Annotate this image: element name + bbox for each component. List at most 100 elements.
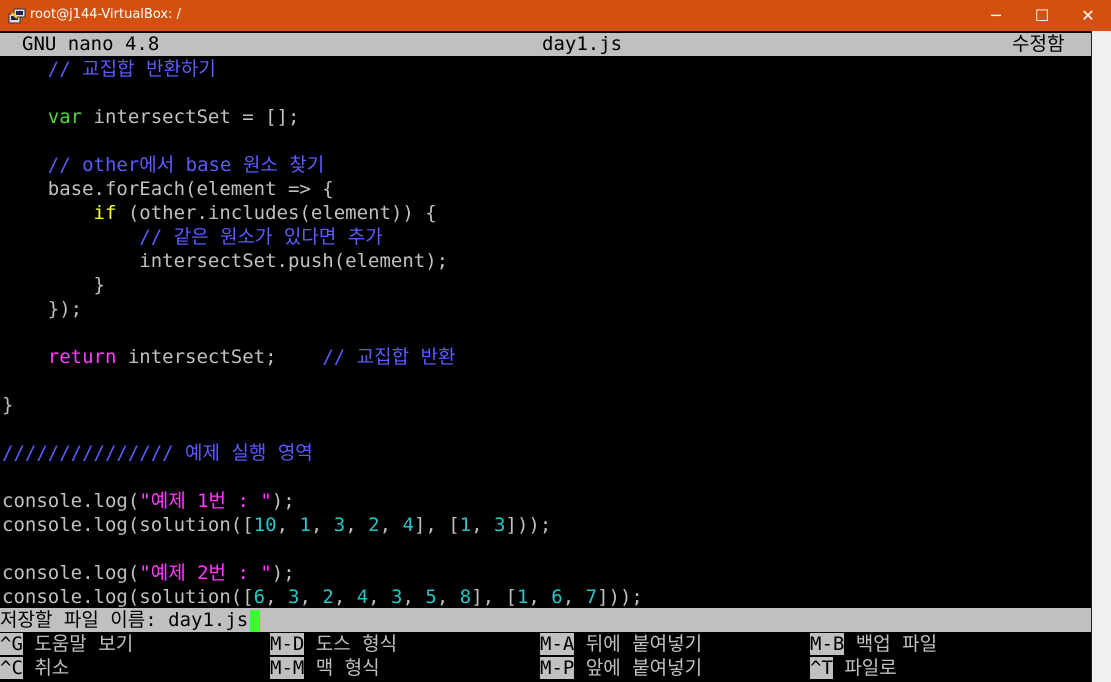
code-token: 2 [368, 514, 380, 536]
code-token: 1 [459, 514, 472, 536]
code-token: , [265, 586, 289, 608]
code-token: intersectSet; [116, 346, 323, 368]
code-line: console.log(solution([10, 1, 3, 2, 4], [… [2, 513, 1091, 537]
code-token: return [47, 346, 117, 368]
close-button[interactable]: ✕ [1065, 0, 1111, 31]
code-token: // other에서 base 원소 찾기 [47, 154, 325, 176]
code-token: ); [271, 562, 295, 584]
code-token: 3 [333, 514, 346, 536]
code-token: , [379, 514, 403, 536]
shortcut-item: ^T 파일로 [810, 656, 897, 680]
save-filename-prompt[interactable]: 저장할 파일 이름: day1.js [0, 608, 1091, 632]
code-line: console.log(solution([6, 3, 2, 4, 3, 5, … [2, 585, 1091, 609]
code-token: 3 [494, 514, 506, 536]
code-line: console.log("예제 1번 : "); [2, 489, 1091, 513]
code-token: , [402, 586, 426, 608]
code-token: 3 [391, 586, 403, 608]
shortcut-key: ^G [0, 633, 23, 655]
shortcut-bar: ^G 도움말 보기 M-D 도스 형식 M-A 뒤에 붙여넣기 M-B 백업 파일 ^C… [0, 632, 1091, 680]
shortcut-item: M-D 도스 형식 [270, 632, 397, 656]
shortcut-item: ^C 취소 [0, 656, 69, 680]
code-token: , [562, 586, 586, 608]
terminal-area[interactable]: GNU nano 4.8 day1.js 수정함 // 교집합 반환하기 var… [0, 31, 1092, 682]
shortcut-label: 취소 [22, 657, 70, 679]
shortcut-key: M-A [540, 633, 575, 655]
code-token: , [368, 586, 392, 608]
code-token: 7 [585, 586, 598, 608]
code-token: ); [271, 490, 295, 512]
code-token: 1 [299, 514, 311, 536]
code-token: var [47, 106, 83, 128]
code-token: 1 [516, 586, 529, 608]
code-token: intersectSet = []; [82, 106, 300, 128]
shortcut-label: 앞에 붙여넣기 [574, 657, 703, 679]
prompt-label: 저장할 파일 이름: [0, 609, 169, 631]
shortcut-key: M-B [810, 633, 845, 655]
title-bar[interactable]: root@j144-VirtualBox: / ─ ☐ ✕ [0, 0, 1111, 31]
text-cursor [250, 609, 261, 632]
shortcut-key: ^T [810, 657, 833, 679]
code-line: intersectSet.push(element); [2, 249, 1091, 273]
code-token: ], [ [471, 586, 517, 608]
filename-input[interactable]: day1.js [168, 609, 248, 631]
code-line: // 같은 원소가 있다면 추가 [2, 225, 1091, 249]
shortcut-item: M-P 앞에 붙여넣기 [540, 656, 702, 680]
nano-modified-status: 수정함 [1012, 33, 1065, 55]
code-token: 6 [253, 586, 266, 608]
code-token: console.log( [2, 562, 140, 584]
shortcut-label: 도움말 보기 [22, 633, 134, 655]
shortcut-label: 뒤에 붙여넣기 [574, 633, 703, 655]
code-line: // 교집합 반환하기 [2, 57, 1091, 81]
code-token: , [299, 586, 323, 608]
code-token: ])); [505, 514, 552, 536]
window-title: root@j144-VirtualBox: / [30, 7, 181, 22]
code-token: (other.includes(element)) { [116, 202, 437, 224]
shortcut-key: M-P [540, 657, 575, 679]
shortcut-item: ^G 도움말 보기 [0, 632, 133, 656]
code-token: }); [2, 298, 83, 320]
code-token: } [2, 274, 105, 296]
code-token: // 교집합 반환 [322, 346, 456, 368]
code-token: console.log(solution([ [2, 514, 254, 536]
terminal-window: root@j144-VirtualBox: / ─ ☐ ✕ GNU nano 4… [0, 0, 1111, 682]
code-token: ], [ [413, 514, 460, 536]
code-token: base.forEach(element => { [2, 178, 334, 200]
code-line: var intersectSet = []; [2, 105, 1091, 129]
code-line: console.log("예제 2번 : "); [2, 561, 1091, 585]
shortcut-key: M-D [270, 633, 305, 655]
code-token: } [2, 394, 14, 416]
shortcut-key: ^C [0, 657, 23, 679]
nano-version: GNU nano 4.8 [22, 33, 160, 55]
code-token: 4 [356, 586, 369, 608]
code-token: if [93, 202, 117, 224]
scrollbar[interactable] [1092, 31, 1111, 682]
code-line: }); [2, 297, 1091, 321]
code-editor[interactable]: // 교집합 반환하기 var intersectSet = []; // ot… [2, 57, 1091, 609]
code-token: , [528, 586, 552, 608]
shortcut-item: M-A 뒤에 붙여넣기 [540, 632, 702, 656]
shortcut-item: M-M 맥 형식 [270, 656, 380, 680]
code-token: , [310, 514, 334, 536]
shortcut-label: 파일로 [832, 657, 897, 679]
minimize-button[interactable]: ─ [973, 0, 1019, 31]
code-line: base.forEach(element => { [2, 177, 1091, 201]
code-token: // 교집합 반환하기 [47, 58, 216, 80]
code-token: console.log(solution([ [2, 586, 254, 608]
code-token: console.log( [2, 490, 140, 512]
code-line: // other에서 base 원소 찾기 [2, 153, 1091, 177]
shortcut-key: M-M [270, 657, 305, 679]
maximize-button[interactable]: ☐ [1019, 0, 1065, 31]
code-token: 5 [425, 586, 437, 608]
code-token: 8 [459, 586, 472, 608]
shortcut-label: 도스 형식 [304, 633, 398, 655]
